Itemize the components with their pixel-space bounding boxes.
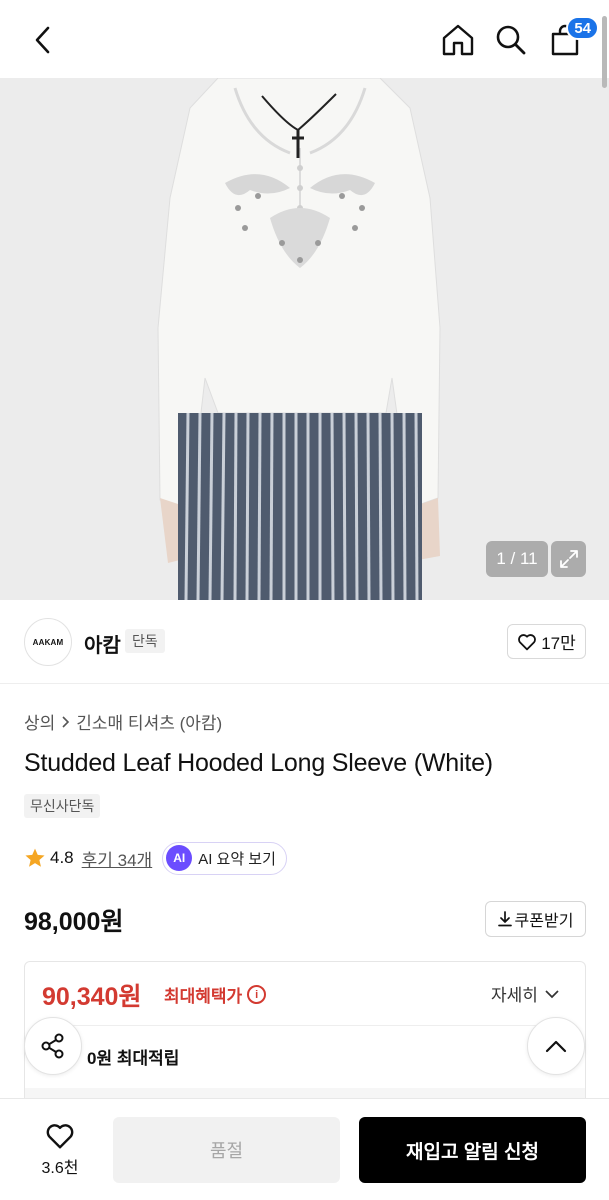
max-benefit-text: 최대혜택가 bbox=[164, 987, 243, 1006]
download-icon bbox=[497, 911, 512, 927]
max-benefit-label: 최대혜택가 i bbox=[164, 982, 267, 1007]
chevron-up-icon bbox=[545, 1040, 567, 1053]
top-bar: 54 bbox=[0, 0, 609, 78]
rating-value: 4.8 bbox=[50, 848, 74, 867]
ai-summary-label: AI 요약 보기 bbox=[198, 850, 276, 868]
coupon-label: 쿠폰받기 bbox=[514, 913, 574, 930]
wishlist-count: 3.6천 bbox=[41, 1160, 79, 1177]
detail-label: 자세히 bbox=[491, 986, 538, 1005]
restock-alert-button[interactable]: 재입고 알림 신청 bbox=[359, 1117, 586, 1183]
review-count-link[interactable]: 후기 34개 bbox=[82, 846, 153, 871]
chevron-down-icon bbox=[545, 989, 559, 998]
product-photo bbox=[0, 78, 609, 600]
rating-row: 4.8 후기 34개 AI AI 요약 보기 bbox=[24, 841, 287, 875]
scroll-top-button[interactable] bbox=[527, 1017, 585, 1075]
heart-icon bbox=[46, 1124, 74, 1149]
divider bbox=[39, 1025, 573, 1026]
ai-icon: AI bbox=[166, 845, 193, 871]
max-benefit-box: 90,340원 최대혜택가 i 자세히 0원 최대적립 bbox=[24, 961, 586, 1121]
share-button[interactable] bbox=[24, 1017, 82, 1075]
exclusive-chip: 무신사단독 bbox=[24, 794, 101, 818]
max-points: 0원 최대적립 bbox=[87, 1049, 180, 1068]
image-pager: 1 / 11 bbox=[486, 541, 548, 577]
coupon-button[interactable]: 쿠폰받기 bbox=[485, 901, 586, 937]
brand-logo[interactable]: AAKAM bbox=[24, 618, 72, 666]
product-image-gallery[interactable]: 1 / 11 bbox=[0, 78, 609, 600]
chevron-right-icon bbox=[62, 715, 70, 728]
home-button[interactable] bbox=[438, 20, 478, 60]
cart-button[interactable]: 54 bbox=[545, 16, 599, 60]
brand-exclusive-tag: 단독 bbox=[125, 629, 165, 653]
share-icon bbox=[41, 1033, 64, 1059]
soldout-button: 품절 bbox=[113, 1117, 340, 1183]
detail-toggle[interactable]: 자세히 bbox=[491, 981, 560, 1006]
brand-like-count: 17만 bbox=[541, 634, 576, 653]
home-icon bbox=[442, 24, 474, 56]
breadcrumb: 상의 긴소매 티셔츠 (아캄) bbox=[24, 709, 222, 734]
page-scrollbar[interactable] bbox=[602, 16, 607, 88]
ai-summary-button[interactable]: AI AI 요약 보기 bbox=[162, 841, 287, 875]
search-button[interactable] bbox=[491, 20, 531, 60]
back-button[interactable] bbox=[26, 22, 58, 58]
max-benefit-price: 90,340원 bbox=[42, 983, 142, 1011]
cart-count-badge: 54 bbox=[566, 16, 599, 40]
product-price: 98,000원 bbox=[24, 908, 124, 936]
heart-icon bbox=[518, 633, 537, 650]
search-icon bbox=[496, 25, 526, 55]
expand-icon bbox=[559, 550, 578, 568]
breadcrumb-item-subcategory[interactable]: 긴소매 티셔츠 (아캄) bbox=[76, 709, 222, 734]
chevron-left-icon bbox=[35, 26, 50, 54]
star-icon bbox=[25, 848, 45, 867]
breadcrumb-item-category[interactable]: 상의 bbox=[24, 709, 55, 734]
product-title: Studded Leaf Hooded Long Sleeve (White) bbox=[24, 749, 493, 777]
expand-button[interactable] bbox=[551, 541, 586, 577]
brand-name[interactable]: 아캄 bbox=[84, 629, 121, 658]
wishlist-button[interactable]: 3.6천 bbox=[24, 1117, 96, 1183]
bottom-action-bar: 3.6천 품절 재입고 알림 신청 bbox=[0, 1098, 609, 1200]
info-icon[interactable]: i bbox=[247, 985, 267, 1004]
brand-like-button[interactable]: 17만 bbox=[507, 624, 586, 659]
